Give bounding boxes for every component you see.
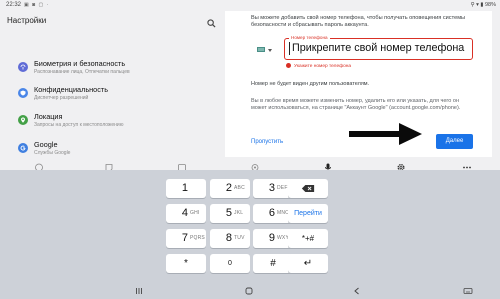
navigation-bar [0,277,500,299]
key-0[interactable]: 0 [210,254,250,273]
settings-panel: Настройки Биометрия и безопасность Распо… [0,11,222,163]
location-pin-icon [18,115,28,125]
setting-item-label: Биометрия и безопасность [34,59,126,68]
enter-icon: ↵ [303,258,313,269]
settings-gear-icon[interactable] [250,159,260,171]
key-4[interactable]: 4 GHI [166,204,206,223]
skip-button[interactable]: Пропустить [251,139,283,145]
key-digit: 5 [225,207,232,219]
key-letters: JKL [234,210,244,216]
back-icon[interactable] [352,283,362,295]
sticker-icon[interactable] [104,159,114,172]
country-selector[interactable] [257,44,275,54]
status-bar: 22:32 ▣ ◙ ▢ · ⚲ ▾ ▮ 98% [0,0,500,11]
next-button[interactable]: Далее [436,134,473,149]
key-letters: TUV [234,235,245,241]
gif-icon[interactable] [177,159,187,171]
phone-dialog: Вы можете добавить свой номер телефона, … [225,11,492,163]
key-digit: 8 [225,232,232,244]
key-digit: 3 [268,182,275,194]
microphone-icon[interactable] [323,159,333,172]
key-5[interactable]: 5 JKL [210,204,250,223]
key-hash[interactable]: # [253,254,293,273]
setting-item-label: Конфиденциальность [34,85,109,94]
key-8[interactable]: 8 TUV [210,229,250,248]
recent-apps-icon[interactable] [134,283,144,294]
text-cursor [289,42,290,55]
privacy-shield-icon [18,88,28,98]
phone-dialog-panel: Вы можете добавить свой номер телефона, … [222,11,500,163]
status-time: 22:32 [6,2,22,8]
arrow-right-icon [347,122,423,146]
flag-icon [257,47,265,52]
go-key[interactable]: Перейти [288,204,328,223]
setting-item-location[interactable]: Локация Запросы на доступ к местоположен… [0,111,222,137]
settings-title: Настройки [7,16,47,25]
error-icon [286,63,291,68]
phone-number-input[interactable]: Прикрепите свой номер телефона [284,38,473,60]
key-label: # [270,258,276,269]
phone-number-label: Номер телефона [289,35,330,40]
search-icon[interactable] [207,15,216,28]
status-right: ⚲ ▾ ▮ 98% [470,2,496,8]
key-9[interactable]: 9 WXYZ [253,229,293,248]
key-star[interactable]: * [166,254,206,273]
key-label: 0 [228,260,232,267]
setting-item-sub: Службы Google [34,150,71,156]
setting-item-label: Google [34,140,58,149]
backspace-key[interactable] [288,179,328,198]
phone-number-value: Прикрепите свой номер телефона [292,42,465,54]
key-digit: 7 [181,232,188,244]
enter-key[interactable]: ↵ [288,254,328,273]
notification-icons: ▣ ◙ ▢ · [24,2,50,8]
emoji-icon[interactable] [34,159,44,172]
key-1[interactable]: 1 [166,179,206,198]
not-visible-text: Номер не будет виден другим пользователя… [251,81,370,87]
key-letters: GHI [190,210,200,216]
setting-item-sub: Запросы на доступ к местоположению [34,122,124,128]
key-2[interactable]: 2 ABC [210,179,250,198]
more-icon[interactable] [462,159,472,169]
backspace-icon [288,179,328,198]
setting-item-sub: Диспетчер разрешений [34,95,89,101]
key-digit: 6 [268,207,275,219]
numeric-keypad: 1 2 ABC 3 DEF 4 GHI 5 JKL 6 MNO Перейти … [0,170,500,277]
key-6[interactable]: 6 MNO [253,204,293,223]
key-3[interactable]: 3 DEF [253,179,293,198]
keyboard-switch-icon[interactable] [463,283,473,294]
setting-item-sub: Распознавание лица, Отпечатки пальцев [34,69,130,75]
key-digit: 9 [268,232,275,244]
key-label: * [184,258,188,269]
key-letters: ABC [234,185,245,191]
google-g-icon [18,143,28,153]
keyboard-toolbar [0,157,500,172]
go-key-label: Перейти [294,210,322,217]
key-digit: 2 [225,182,232,194]
symbols-key[interactable]: *+# [288,229,328,248]
home-icon[interactable] [244,283,254,295]
intro-text: Вы можете добавить свой номер телефона, … [251,15,466,29]
key-digit: 1 [181,182,188,194]
setting-item-label: Локация [34,112,63,121]
chevron-down-icon [268,49,272,52]
key-letters: DEF [277,185,288,191]
info-text: Вы в любое время можете изменить номер, … [251,98,461,112]
error-text: Укажите номер телефона [294,63,352,69]
error-message: Укажите номер телефона [286,63,351,69]
key-7[interactable]: 7 PQRS [166,229,206,248]
setting-item-biometrics[interactable]: Биометрия и безопасность Распознавание л… [0,58,222,84]
key-letters: PQRS [190,235,205,241]
gear-icon[interactable] [396,159,406,171]
key-digit: 4 [181,207,188,219]
symbols-key-label: *+# [301,234,315,243]
setting-item-privacy[interactable]: Конфиденциальность Диспетчер разрешений [0,84,222,110]
fingerprint-icon [18,62,28,72]
